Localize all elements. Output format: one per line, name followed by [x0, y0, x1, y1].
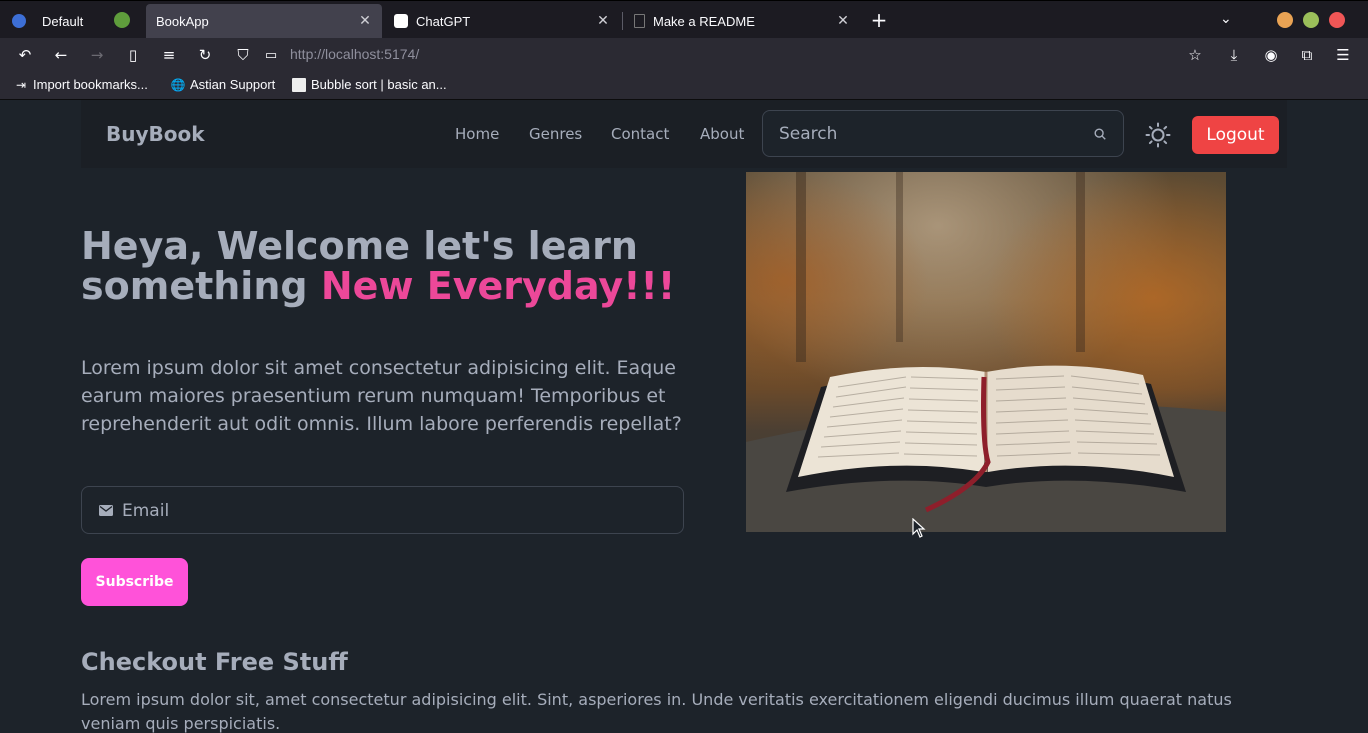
import-icon: ⇥ [15, 77, 27, 92]
document-icon [634, 14, 645, 28]
bookmark-label: Astian Support [190, 77, 276, 92]
menu-icon[interactable]: ☰ [1332, 44, 1354, 66]
extension-icon [114, 12, 130, 28]
bookmark-label: Import bookmarks... [33, 77, 148, 92]
brand-logo[interactable]: BuyBook [106, 122, 205, 146]
hero-title-accent: New Everyday!!! [320, 264, 676, 308]
nav-contact[interactable]: Contact [611, 125, 669, 143]
bookmark-import[interactable]: ⇥ Import bookmarks... [14, 77, 148, 92]
download-icon[interactable]: ⤓ [1223, 44, 1245, 66]
search-box [762, 110, 1124, 157]
back-icon[interactable]: ← [50, 44, 72, 66]
bookmarks-bar: ⇥ Import bookmarks... 🌐 Astian Support B… [0, 72, 1368, 100]
url-port: :5174/ [380, 46, 420, 62]
logout-button[interactable]: Logout [1192, 116, 1279, 154]
hero-description: Lorem ipsum dolor sit amet consectetur a… [81, 357, 682, 435]
mail-icon [99, 505, 113, 516]
globe-icon: 🌐 [170, 77, 186, 92]
url-host: http://localhost [290, 46, 381, 62]
email-field-wrapper [81, 486, 684, 534]
free-stuff-description: Lorem ipsum dolor sit, amet consectetur … [81, 690, 1232, 733]
email-input[interactable] [122, 500, 662, 522]
chatgpt-icon [394, 14, 408, 28]
undo-icon[interactable]: ↶ [14, 44, 36, 66]
search-input[interactable] [779, 123, 1079, 145]
tab-chatgpt[interactable]: ChatGPT ✕ [384, 4, 620, 38]
tab-readme[interactable]: Make a README ✕ [624, 4, 860, 38]
account-icon[interactable]: ◉ [1260, 44, 1282, 66]
close-tab-icon[interactable]: ✕ [836, 13, 850, 27]
sidebar-icon[interactable]: ▯ [122, 44, 144, 66]
bookmark-label: Bubble sort | basic an... [311, 77, 447, 92]
nav-about[interactable]: About [700, 125, 744, 143]
minimize-button[interactable] [1277, 12, 1293, 28]
mouse-cursor-icon [912, 518, 926, 538]
tab-divider [622, 12, 623, 30]
site-navbar: BuyBook Home Genres Contact About Logout [81, 100, 1287, 168]
new-tab-button[interactable]: + [868, 9, 890, 31]
browser-logo-icon [12, 14, 26, 28]
open-book-photo [746, 172, 1226, 532]
close-window-button[interactable] [1329, 12, 1345, 28]
book-image [746, 172, 1226, 532]
sun-icon[interactable] [1145, 122, 1171, 148]
extensions-icon[interactable]: ⧉ [1296, 44, 1318, 66]
shield-icon[interactable]: ⛉ [232, 44, 254, 66]
tab-bookapp[interactable]: BookApp ✕ [146, 4, 382, 39]
bookmark-bubble-sort[interactable]: Bubble sort | basic an... [292, 77, 447, 92]
page-content: BuyBook Home Genres Contact About Logout… [1, 100, 1367, 733]
reload-icon[interactable]: ↻ [194, 44, 216, 66]
hero-title: Heya, Welcome let's learn something New … [81, 226, 701, 306]
url-text[interactable]: http://localhost:5174/ [290, 46, 419, 62]
close-tab-icon[interactable]: ✕ [358, 13, 372, 27]
site-favicon-icon [292, 77, 306, 92]
nav-home[interactable]: Home [455, 125, 499, 143]
free-stuff-title: Checkout Free Stuff [81, 648, 348, 676]
tab-label: Make a README [653, 13, 755, 29]
tab-label: ChatGPT [416, 13, 471, 29]
nav-genres[interactable]: Genres [529, 125, 582, 143]
forward-icon[interactable]: → [86, 44, 108, 66]
tab-label: BookApp [156, 14, 209, 29]
search-icon[interactable] [1093, 127, 1107, 141]
maximize-button[interactable] [1303, 12, 1319, 28]
list-tabs-icon[interactable]: ⌄ [1220, 11, 1232, 27]
bookmark-star-icon[interactable]: ☆ [1184, 44, 1206, 66]
subscribe-button[interactable]: Subscribe [81, 558, 188, 606]
tab-label: Default [42, 13, 84, 29]
close-tab-icon[interactable]: ✕ [596, 13, 610, 27]
tab-default[interactable]: Default [2, 4, 142, 38]
reader-list-icon[interactable]: ≡ [158, 44, 180, 66]
bookmark-astian[interactable]: 🌐 Astian Support [170, 77, 276, 92]
browser-tab-bar: Default BookApp ✕ ChatGPT ✕ Make a READM… [0, 0, 1368, 39]
